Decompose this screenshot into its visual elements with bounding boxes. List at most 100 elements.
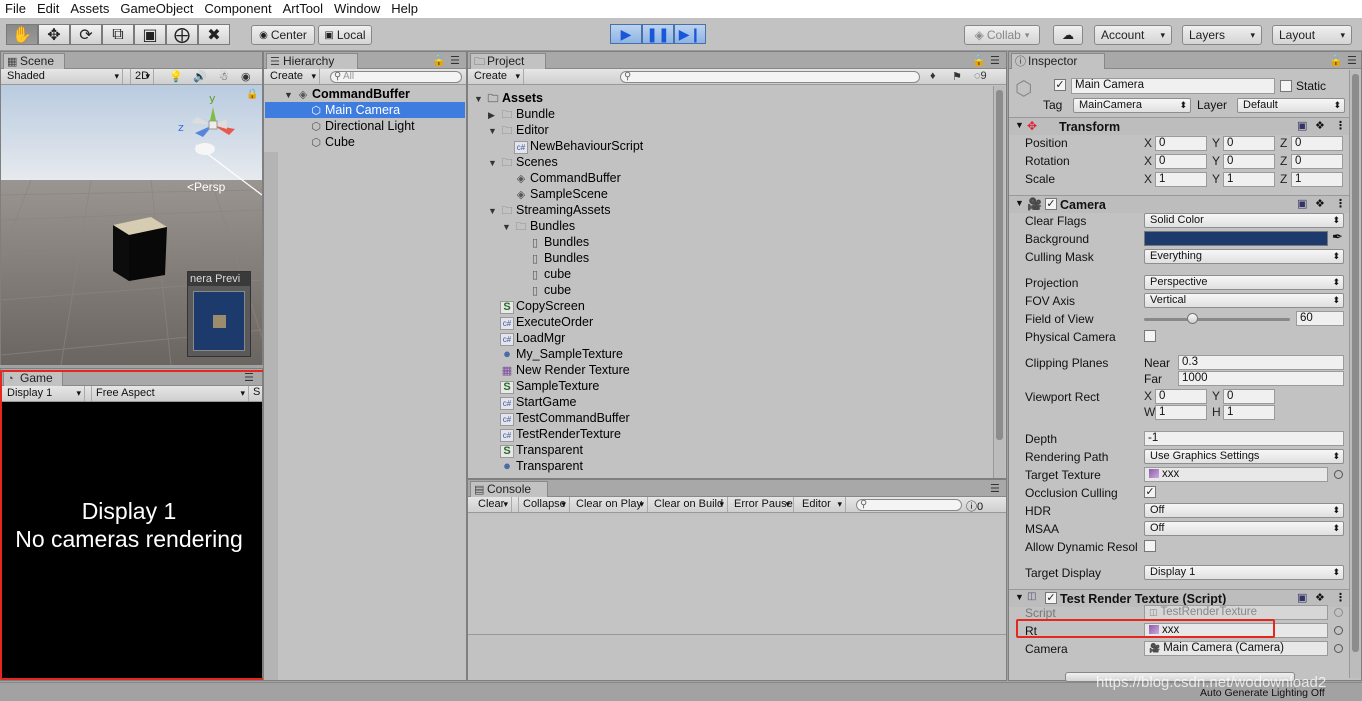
rotation-z-label[interactable]: Z [1280,154,1287,168]
hand-tool-icon[interactable]: ✋ [6,24,38,45]
effects-icon[interactable]: ☃ [219,70,229,83]
expand-icon[interactable]: ▼ [1015,592,1024,602]
transform-header[interactable]: ▼ ✥ Transform ▣ ❖ ⋮ [1009,117,1361,135]
scale-y-input[interactable]: 1 [1223,172,1275,187]
help-icon[interactable]: ▣ [1297,119,1307,132]
rotation-x-input[interactable]: 0 [1155,154,1207,169]
rotation-z-input[interactable]: 0 [1291,154,1343,169]
viewport-w-input[interactable]: 1 [1155,405,1207,420]
position-y-input[interactable]: 0 [1223,136,1275,151]
layers-dropdown[interactable]: Layers ▾ [1182,25,1262,45]
script-enabled-checkbox[interactable]: ✓ [1045,592,1057,604]
menu-file[interactable]: File [0,0,32,18]
camera-field[interactable]: 🎥 Main Camera (Camera) [1144,641,1328,656]
scene-viewport[interactable]: y z 🔒 <Persp nera Previ [1,85,262,365]
mode-2d-toggle[interactable]: 2D [130,69,154,84]
tab-console[interactable]: ▤ Console [470,481,548,497]
persp-label[interactable]: <Persp [187,180,225,194]
object-picker-icon[interactable] [1334,470,1343,479]
scale-z-label[interactable]: Z [1280,172,1287,186]
menu-gameobject[interactable]: GameObject [115,0,199,18]
fov-axis-dropdown[interactable]: Vertical [1144,293,1344,308]
console-editor-dropdown[interactable]: Editor [798,497,846,512]
expand-icon[interactable]: ▼ [488,203,500,219]
near-input[interactable]: 0.3 [1178,355,1344,370]
scrollbar-thumb[interactable] [1352,74,1359,652]
viewport-h-input[interactable]: 1 [1223,405,1275,420]
pivot-center-button[interactable]: ◉ Center [251,25,315,45]
expand-icon[interactable]: ▼ [488,123,500,139]
console-collapse-button[interactable]: Collapse [518,497,570,512]
panel-menu-icon[interactable]: ☰ [1347,54,1357,67]
fov-slider-thumb[interactable] [1187,313,1199,324]
project-item[interactable]: ▯ Bundles [468,250,993,266]
static-checkbox[interactable] [1280,80,1292,92]
position-y-label[interactable]: Y [1212,136,1220,150]
expand-icon[interactable]: ▶ [488,107,500,123]
rotation-y-label[interactable]: Y [1212,154,1220,168]
console-search-input[interactable]: ⚲ [856,499,962,511]
physical-camera-checkbox[interactable] [1144,330,1156,342]
component-menu-icon[interactable]: ⋮ [1335,197,1346,210]
step-button[interactable]: ▶❙ [674,24,706,44]
tab-scene[interactable]: ▦ Scene [3,53,65,69]
hierarchy-search-input[interactable]: ⚲ All [330,71,462,83]
project-item[interactable]: ▯ cube [468,282,993,298]
project-item[interactable]: ▯ cube [468,266,993,282]
menu-assets[interactable]: Assets [65,0,115,18]
project-item[interactable]: ▼ 🗀 Assets [468,90,993,106]
hierarchy-item-cube[interactable]: ⬡ Cube [265,134,465,150]
console-clear-on-play-button[interactable]: Clear on Play [572,497,648,512]
hidden-packages-icon[interactable]: ◌9 [974,70,987,82]
menu-help[interactable]: Help [386,0,424,18]
audio-icon[interactable]: 🔊 [193,70,207,83]
project-item[interactable]: ▼ 🗀 StreamingAssets [468,202,993,218]
fov-input[interactable]: 60 [1296,311,1344,326]
scale-x-label[interactable]: X [1144,172,1152,186]
project-item[interactable]: ▦ New Render Texture [468,362,993,378]
position-x-input[interactable]: 0 [1155,136,1207,151]
expand-icon[interactable]: ▼ [488,155,500,171]
settings-icon[interactable]: ❖ [1315,197,1325,210]
pivot-local-button[interactable]: ▣ Local [318,25,372,45]
rotate-tool-icon[interactable]: ⟳ [70,24,102,45]
cloud-button[interactable]: ☁ [1053,25,1083,45]
lock-icon[interactable]: 🔒 [1329,54,1343,67]
menu-window[interactable]: Window [329,0,386,18]
background-color-swatch[interactable] [1144,231,1328,246]
project-item[interactable]: c# ExecuteOrder [468,314,993,330]
fov-slider-track[interactable] [1144,318,1290,321]
scale-x-input[interactable]: 1 [1155,172,1207,187]
viewport-y-input[interactable]: 0 [1223,389,1275,404]
lighting-icon[interactable]: 💡 [169,70,183,83]
expand-icon[interactable]: ▼ [1015,120,1024,130]
custom-tool-icon[interactable]: ✖ [198,24,230,45]
hierarchy-item-main-camera[interactable]: ⬡ Main Camera [265,102,465,118]
far-input[interactable]: 1000 [1178,371,1344,386]
layer-dropdown[interactable]: Default [1237,98,1345,113]
tab-inspector[interactable]: ⓘ Inspector [1011,53,1105,69]
scale-z-input[interactable]: 1 [1291,172,1343,187]
inspector-scrollbar[interactable] [1349,70,1361,678]
position-z-input[interactable]: 0 [1291,136,1343,151]
project-create-button[interactable]: Create [470,69,524,84]
layout-dropdown[interactable]: Layout ▾ [1272,25,1352,45]
dynamic-resolution-checkbox[interactable] [1144,540,1156,552]
hierarchy-item-directional-light[interactable]: ⬡ Directional Light [265,118,465,134]
project-scrollbar[interactable] [993,86,1005,478]
error-count-badge[interactable]: ⓘ0 [966,498,983,514]
move-tool-icon[interactable]: ✥ [38,24,70,45]
project-item[interactable]: S Transparent [468,442,993,458]
tag-dropdown[interactable]: MainCamera [1073,98,1191,113]
project-item[interactable]: ● My_SampleTexture [468,346,993,362]
hierarchy-create-button[interactable]: Create [266,69,320,84]
scene-gizmo[interactable]: y z [177,89,247,164]
object-picker-icon[interactable] [1334,644,1343,653]
rotation-x-label[interactable]: X [1144,154,1152,168]
collab-button[interactable]: ◈ Collab ▾ [964,25,1040,45]
project-item[interactable]: S CopyScreen [468,298,993,314]
menu-arttool[interactable]: ArtTool [278,0,329,18]
expand-icon[interactable]: ▼ [1015,198,1024,208]
project-item[interactable]: ▶ 🗀 Bundle [468,106,993,122]
rendering-path-dropdown[interactable]: Use Graphics Settings [1144,449,1344,464]
